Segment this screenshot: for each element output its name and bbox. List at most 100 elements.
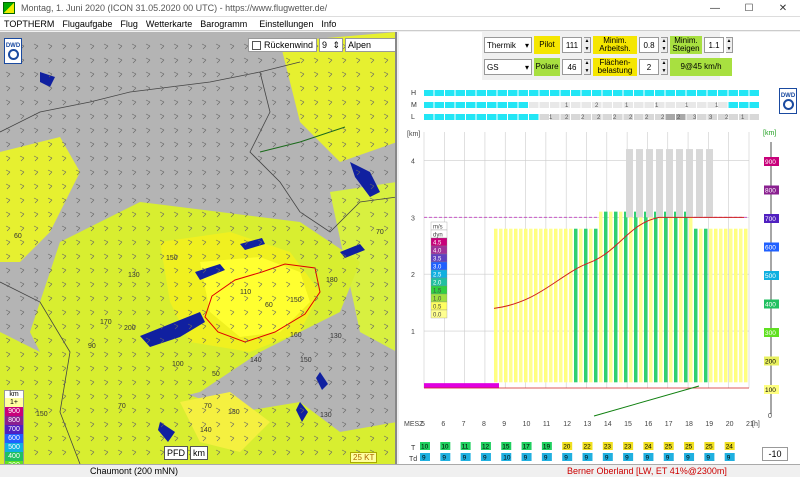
cloud-cell xyxy=(581,102,591,108)
x-tick-label: 7 xyxy=(462,421,466,428)
cloud-cell xyxy=(476,114,486,120)
cloud-cell xyxy=(466,102,476,108)
dewpoint-label: Td xyxy=(409,456,417,463)
cloud-cell xyxy=(571,102,581,108)
temp-value: 22 xyxy=(584,444,592,451)
cloud-cell xyxy=(518,102,528,108)
legend-cell: 1+ xyxy=(5,398,23,407)
temp-value: 17 xyxy=(523,444,531,451)
menu-flug[interactable]: Flug xyxy=(116,19,142,29)
cloud-cell xyxy=(550,102,560,108)
y-tick-label: 1 xyxy=(411,329,415,336)
cloud-cell xyxy=(539,102,549,108)
menu-flugaufgabe[interactable]: Flugaufgabe xyxy=(58,19,116,29)
checkbox-square[interactable] xyxy=(252,40,261,50)
cloud-cell xyxy=(728,102,738,108)
thermal-bar xyxy=(669,211,673,383)
menu-barogramm[interactable]: Barogramm xyxy=(196,19,251,29)
thermal-bar xyxy=(539,228,543,383)
thermal-bar xyxy=(629,211,633,383)
maximize-button[interactable]: ☐ xyxy=(732,0,766,17)
wind-level-spinner[interactable]: 9 ⇕ xyxy=(319,38,344,52)
menu-info[interactable]: Info xyxy=(317,19,340,29)
x-axis-label: MESZ xyxy=(404,421,424,428)
offset-input[interactable]: -10 xyxy=(762,447,788,461)
right-axis-label: 300 xyxy=(765,330,776,337)
temp-value: 12 xyxy=(482,444,490,451)
dewpoint-value: 9 xyxy=(544,455,548,462)
right-axis-label: 100 xyxy=(765,387,776,394)
pfd-button[interactable]: PFD xyxy=(164,446,188,460)
menu-einstellungen[interactable]: Einstellungen xyxy=(255,19,317,29)
thermal-bar xyxy=(724,228,728,383)
app-icon xyxy=(3,2,15,14)
y-tick-label: 2 xyxy=(411,272,415,279)
right-axis-label: 700 xyxy=(765,216,776,223)
chevron-down-icon[interactable]: ▾ xyxy=(396,40,398,51)
cloud-cover-value: 2 xyxy=(725,115,729,121)
thermal-bar xyxy=(494,228,498,383)
thermal-bar xyxy=(549,228,553,383)
dewpoint-value: 9 xyxy=(422,455,426,462)
legend-title: km xyxy=(9,391,19,398)
legend-cell: 500 xyxy=(5,443,23,452)
status-region: Berner Oberland [LW, ET 41%@2300m] xyxy=(567,466,727,476)
thermal-bar xyxy=(639,211,643,383)
climb-line xyxy=(593,385,700,417)
legend-cell: 600 xyxy=(5,434,23,443)
x-tick-label: 19 xyxy=(705,421,713,428)
right-axis-label: 500 xyxy=(765,273,776,280)
cloud-cell xyxy=(644,102,654,108)
close-button[interactable]: ✕ xyxy=(766,0,800,17)
cloud-cover-value: 3 xyxy=(693,115,697,121)
temp-value: 23 xyxy=(624,444,632,451)
x-tick-label: 16 xyxy=(644,421,652,428)
cloud-cell xyxy=(676,90,686,96)
thermal-bar xyxy=(659,211,663,383)
cloud-cell xyxy=(434,114,444,120)
thermal-chart[interactable]: HML1 2 1 1 1 11 2 2 2 2 2 2 2 2 3 3 2 15 6 7 8 9 10 11 12 13 14 15 1… xyxy=(399,32,800,464)
m-s-legend-label: 3.5 xyxy=(433,257,442,263)
cloud-cell xyxy=(476,102,486,108)
dewpoint-value: 9 xyxy=(625,455,629,462)
thermal-bar xyxy=(604,211,608,383)
pfd-controls: PFD km xyxy=(164,446,208,460)
right-axis-unit: [km] xyxy=(763,130,776,137)
rueckenwind-checkbox[interactable]: Rückenwind xyxy=(248,38,318,52)
legend-cell: 400 xyxy=(5,452,23,461)
x-tick-label: 17 xyxy=(665,421,673,428)
temp-value: 25 xyxy=(665,444,673,451)
cloud-cell xyxy=(718,102,728,108)
m-s-legend-label: m/s xyxy=(433,225,443,231)
cloud-cell xyxy=(539,114,549,120)
temp-label: T xyxy=(411,445,416,452)
dewpoint-value: 10 xyxy=(503,455,511,462)
km-button[interactable]: km xyxy=(190,446,208,460)
thermal-bar xyxy=(689,211,693,383)
weather-map[interactable]: 60 70 130 150 170 200 150 110 60 180 130… xyxy=(0,32,397,464)
thermal-bar xyxy=(534,228,538,383)
x-tick-label: 20 xyxy=(726,421,734,428)
minimize-button[interactable]: — xyxy=(698,0,732,17)
map-controls: Rückenwind 9⇕ Alpen▾ xyxy=(248,38,398,52)
legend-cell: 900 xyxy=(5,407,23,416)
spinner-arrows-icon[interactable]: ⇕ xyxy=(332,40,340,51)
window-title: Montag, 1. Juni 2020 (ICON 31.05.2020 00… xyxy=(21,3,328,13)
cloud-cell xyxy=(476,90,486,96)
cloud-cell xyxy=(644,90,654,96)
cloud-cell xyxy=(518,90,528,96)
right-axis-label: 200 xyxy=(765,359,776,366)
cloud-cell xyxy=(466,114,476,120)
x-tick-label: 14 xyxy=(604,421,612,428)
region-select[interactable]: Alpen▾ xyxy=(345,38,398,52)
cloud-cell xyxy=(518,114,528,120)
temp-value: 23 xyxy=(604,444,612,451)
menu-wetterkarte[interactable]: Wetterkarte xyxy=(142,19,196,29)
cloud-cell xyxy=(655,90,665,96)
menu-toptherm[interactable]: TOPTHERM xyxy=(0,19,58,29)
right-axis-label: 600 xyxy=(765,245,776,252)
m-s-legend-label: 1.5 xyxy=(433,289,442,295)
thermal-bar xyxy=(634,211,638,383)
thermal-bar xyxy=(679,211,683,383)
cloud-cell xyxy=(634,102,644,108)
